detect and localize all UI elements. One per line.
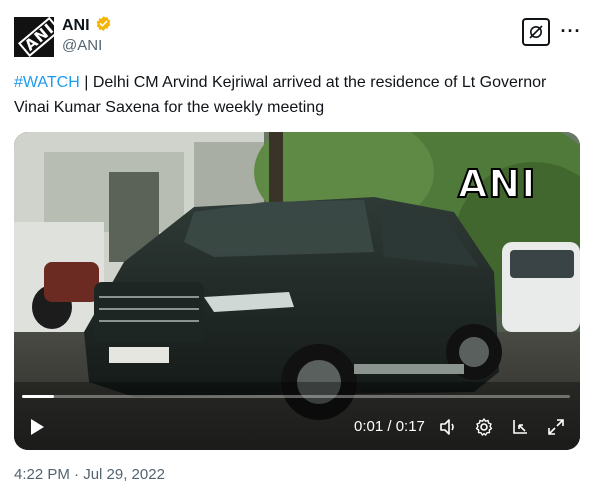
video-time: 0:01 / 0:17 xyxy=(354,418,425,435)
author-display-name[interactable]: ANI xyxy=(62,17,90,35)
pop-out-icon xyxy=(513,420,527,434)
volume-icon xyxy=(440,419,454,435)
grok-button[interactable] xyxy=(522,18,550,46)
play-button[interactable] xyxy=(26,416,48,438)
author-handle[interactable]: @ANI xyxy=(62,37,102,54)
tweet-timestamp[interactable]: 4:22 PM · Jul 29, 2022 xyxy=(14,466,165,483)
fullscreen-icon xyxy=(548,419,564,435)
play-icon xyxy=(31,419,44,435)
more-button[interactable]: ··· xyxy=(560,20,582,42)
tweet-body: | Delhi CM Arvind Kejriwal arrived at th… xyxy=(14,74,547,116)
ani-logo: ANI xyxy=(17,17,54,57)
author-name-row[interactable]: ANI xyxy=(62,15,112,37)
video-progress-fill xyxy=(22,395,55,398)
video-player[interactable]: ANI 0:01 / 0:17 xyxy=(14,132,580,450)
video-progress-bar[interactable] xyxy=(22,395,570,398)
more-icon: ··· xyxy=(560,20,582,41)
settings-button[interactable] xyxy=(472,415,496,439)
author-avatar[interactable]: ANI xyxy=(14,17,54,57)
grok-icon xyxy=(529,25,543,39)
volume-button[interactable] xyxy=(436,415,460,439)
ani-watermark: ANI xyxy=(457,161,537,207)
fullscreen-button[interactable] xyxy=(544,415,568,439)
pop-out-button[interactable] xyxy=(508,415,532,439)
hashtag-link[interactable]: #WATCH xyxy=(14,74,80,91)
tweet-text: #WATCH | Delhi CM Arvind Kejriwal arrive… xyxy=(14,70,584,120)
verified-badge-icon xyxy=(95,15,112,37)
settings-gear-icon xyxy=(475,418,493,436)
